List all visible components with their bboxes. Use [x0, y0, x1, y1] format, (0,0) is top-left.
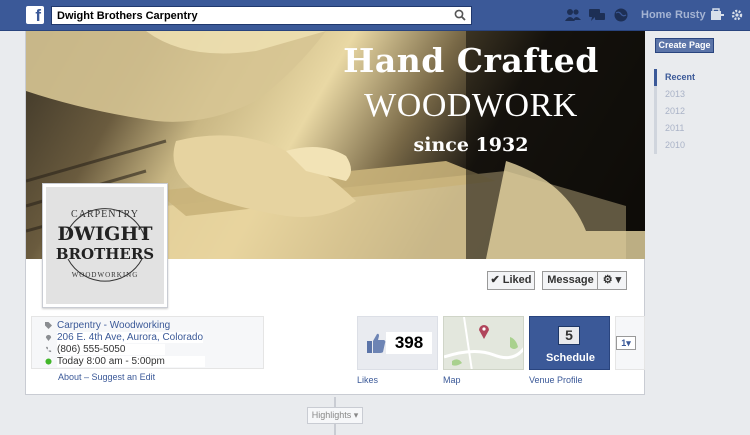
page-header-card: Hand Crafted WOODWORK since 1932 CARPENT…	[25, 31, 645, 395]
likes-app[interactable]: 398	[357, 316, 438, 370]
notifications-globe-icon[interactable]	[613, 8, 629, 22]
thumbs-up-icon	[367, 333, 386, 353]
timeline-item-2013[interactable]: 2013	[654, 86, 724, 103]
company-logo: CARPENTRY DWIGHT BROTHERS WOODWORKING	[46, 187, 164, 304]
venue-profile-caption[interactable]: Venue Profile	[529, 375, 583, 385]
page-options-gear-button[interactable]: ⚙ ▾	[597, 271, 627, 290]
category-text[interactable]: Carpentry - Woodworking	[57, 320, 170, 331]
highlights-dropdown[interactable]: Highlights ▾	[307, 407, 363, 424]
schedule-app[interactable]: 5 Schedule	[529, 316, 610, 370]
messages-icon[interactable]	[589, 8, 605, 22]
facebook-logo-icon[interactable]: f	[26, 6, 44, 24]
timeline-item-2011[interactable]: 2011	[654, 120, 724, 137]
profile-link[interactable]: Rusty	[675, 9, 706, 21]
map-thumbnail	[444, 317, 523, 369]
schedule-label: Schedule	[546, 352, 595, 364]
phone-text: (806) 555-5050	[57, 344, 166, 355]
about-box: Carpentry - Woodworking 206 E. 4th Ave, …	[31, 316, 264, 369]
settings-gear-icon[interactable]	[729, 8, 745, 22]
logo-top-text: CARPENTRY	[71, 209, 139, 220]
search-box[interactable]	[51, 6, 472, 25]
top-navigation-bar: f Home Rusty	[0, 0, 750, 31]
schedule-calendar-icon: 5	[558, 326, 580, 345]
about-suggest-edit-links[interactable]: About – Suggest an Edit	[58, 372, 155, 382]
timeline-item-2012[interactable]: 2012	[654, 103, 724, 120]
open-now-dot-icon	[45, 358, 52, 365]
phone-icon	[45, 346, 52, 353]
about-phone: (806) 555-5050	[32, 344, 263, 355]
profile-picture[interactable]: CARPENTRY DWIGHT BROTHERS WOODWORKING	[42, 183, 168, 308]
search-icon[interactable]	[454, 9, 466, 21]
friend-requests-icon[interactable]	[565, 8, 581, 22]
location-pin-icon	[45, 334, 52, 341]
more-apps: 1▾	[615, 316, 645, 370]
tag-icon	[45, 322, 52, 329]
create-page-button[interactable]: Create Page	[655, 38, 714, 53]
map-caption[interactable]: Map	[443, 375, 461, 385]
privacy-shortcuts-icon[interactable]	[709, 8, 725, 22]
map-app[interactable]	[443, 316, 524, 370]
timeline-year-nav: Recent 2013 2012 2011 2010	[654, 69, 724, 154]
about-address[interactable]: 206 E. 4th Ave, Aurora, Colorado 79101	[32, 332, 263, 354]
timeline-item-recent[interactable]: Recent	[654, 69, 724, 86]
more-apps-dropdown[interactable]: 1▾	[616, 336, 636, 350]
search-input[interactable]	[52, 7, 442, 24]
cover-tagline: since 1932	[413, 134, 529, 156]
about-category[interactable]: Carpentry - Woodworking	[32, 320, 263, 331]
about-hours: Today 8:00 am - 5:00pm	[32, 356, 263, 367]
logo-name-line1: DWIGHT	[57, 223, 153, 245]
message-button[interactable]: Message	[542, 271, 598, 290]
hours-text: Today 8:00 am - 5:00pm	[57, 356, 205, 367]
liked-button[interactable]: ✔ Liked	[487, 271, 535, 290]
cover-subheadline: WOODWORK	[364, 87, 578, 124]
logo-name-line2: BROTHERS	[55, 245, 155, 263]
likes-count: 398	[386, 332, 432, 354]
timeline-item-2010[interactable]: 2010	[654, 137, 724, 154]
likes-caption[interactable]: Likes	[357, 375, 378, 385]
logo-bottom-text: WOODWORKING	[71, 271, 139, 279]
home-link[interactable]: Home	[641, 9, 672, 21]
cover-headline: Hand Crafted	[343, 41, 599, 80]
